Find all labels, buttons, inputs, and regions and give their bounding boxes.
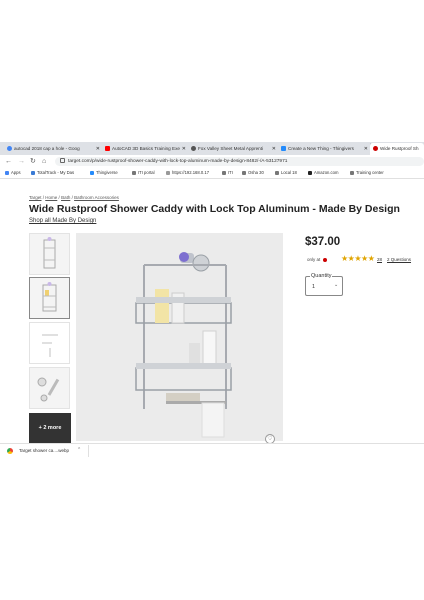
chrome-download-icon	[7, 448, 13, 454]
caddy-thumbnail-image	[43, 237, 56, 269]
youtube-icon	[105, 146, 110, 152]
bookmark-apps[interactable]: Apps	[5, 168, 21, 178]
more-images-button[interactable]: + 2 more	[29, 413, 71, 443]
bookmark-label: Apps	[11, 170, 21, 175]
tab-label: Fox Valley Sheet Metal Apprenti	[198, 146, 264, 151]
bookmark-icon	[222, 170, 226, 175]
bookmark-label: Local 18	[281, 170, 297, 175]
shop-brand-link[interactable]: Shop all Made By Design	[29, 218, 96, 224]
thumbnail-1[interactable]	[29, 233, 70, 275]
breadcrumb-item[interactable]: Target	[29, 195, 42, 200]
amazon-icon	[308, 170, 312, 175]
bookmark-label: https://192.168.0.17	[172, 170, 210, 175]
rating-stars[interactable]: ★★★★★	[341, 254, 375, 263]
bookmark-label: ITI portal	[138, 170, 155, 175]
bookmark-icon	[31, 170, 35, 175]
tab-3[interactable]: Create a New Thing - Thingivers ✕	[278, 143, 371, 155]
close-icon[interactable]: ✕	[182, 143, 186, 155]
back-icon[interactable]: ←	[5, 156, 12, 167]
bookmarks-bar: Apps TotalTrack - My Das Thingiverse ITI…	[0, 168, 424, 179]
caddy-thumbnail-image	[42, 282, 57, 312]
download-filename[interactable]: Target shower ca....webp	[19, 448, 69, 453]
divider	[88, 445, 89, 457]
close-icon[interactable]: ✕	[272, 143, 276, 155]
breadcrumb-item[interactable]: Home	[45, 195, 57, 200]
quantity-label: Quantity	[310, 273, 333, 279]
bookmark-icon	[132, 170, 136, 175]
bookmark-label: Training center	[356, 170, 384, 175]
breadcrumb: Target / Home / Bath / Bathroom Accessor…	[29, 195, 119, 200]
bookmark-training[interactable]: Training center	[350, 168, 384, 178]
navigation-bar: ← → ↻ ⌂ target.com/p/wide-rustproof-show…	[0, 155, 424, 168]
thumbnail-2-selected[interactable]	[29, 277, 70, 319]
target-bullseye-icon	[322, 257, 327, 262]
shower-caddy-image	[76, 233, 283, 441]
only-at-target-badge: only at	[307, 257, 327, 262]
bookmark-iti[interactable]: ITI	[222, 168, 233, 178]
dimensions-thumbnail-image	[42, 334, 58, 357]
questions-link[interactable]: 2 Questions	[387, 257, 411, 262]
bookmark-osha[interactable]: Osha 30	[242, 168, 264, 178]
url-text: target.com/p/wide-rustproof-shower-caddy…	[68, 159, 288, 164]
tab-label: Wide Rustproof Sh	[380, 146, 419, 151]
bookmark-icon	[275, 170, 279, 175]
bookmark-amazon[interactable]: Amazon.com	[308, 168, 338, 178]
bookmark-label: TotalTrack - My Das	[37, 170, 75, 175]
product-main-image	[76, 233, 283, 441]
bookmark-iti-portal[interactable]: ITI portal	[132, 168, 155, 178]
bookmark-local18[interactable]: Local 18	[275, 168, 297, 178]
tab-2[interactable]: Fox Valley Sheet Metal Apprenti ✕	[188, 143, 279, 155]
bookmark-label: Amazon.com	[314, 170, 339, 175]
chevron-up-icon[interactable]: ⌃	[77, 447, 81, 453]
address-bar[interactable]: target.com/p/wide-rustproof-shower-caddy…	[55, 157, 424, 166]
target-icon	[373, 146, 378, 152]
bookmark-label: ITI	[228, 170, 233, 175]
bookmark-thingiverse[interactable]: Thingiverse	[90, 168, 118, 178]
thumbnail-3[interactable]	[29, 322, 70, 364]
tab-0[interactable]: autocad 2018 cap a hole - Goog ✕	[4, 143, 103, 155]
google-icon	[7, 146, 12, 152]
tab-strip: autocad 2018 cap a hole - Goog ✕ AutoCAD …	[0, 142, 424, 155]
product-title: Wide Rustproof Shower Caddy with Lock To…	[29, 203, 400, 215]
bookmark-icon	[350, 170, 354, 175]
bookmark-label: Osha 30	[248, 170, 264, 175]
forward-icon[interactable]: →	[18, 156, 25, 167]
breadcrumb-item[interactable]: Bath	[61, 195, 70, 200]
close-icon[interactable]: ✕	[364, 143, 368, 155]
bookmark-totaltrack[interactable]: TotalTrack - My Das	[31, 168, 74, 178]
hardware-thumbnail-image	[37, 377, 60, 402]
reload-icon[interactable]: ↻	[30, 156, 36, 167]
bookmark-icon	[166, 170, 170, 175]
tab-label: autocad 2018 cap a hole - Goog	[14, 146, 80, 151]
tab-label: Create a New Thing - Thingivers	[288, 146, 354, 151]
product-price: $37.00	[305, 236, 341, 248]
thumbnail-4[interactable]	[29, 367, 70, 409]
home-icon[interactable]: ⌂	[42, 156, 46, 167]
lock-icon	[60, 158, 65, 164]
bookmark-ip[interactable]: https://192.168.0.17	[166, 168, 209, 178]
rating-count-link[interactable]: 28	[377, 257, 382, 262]
tab-1[interactable]: AutoCAD 3D Basics Training Exe ✕	[102, 143, 189, 155]
tab-label: AutoCAD 3D Basics Training Exe	[112, 146, 180, 151]
only-at-text: only at	[307, 257, 321, 262]
bookmark-icon	[90, 170, 94, 175]
quantity-value: 1	[312, 284, 316, 290]
close-icon[interactable]: ✕	[96, 143, 100, 155]
apps-grid-icon	[5, 170, 9, 175]
bookmark-label: Thingiverse	[96, 170, 118, 175]
bookmark-icon	[242, 170, 246, 175]
thingiverse-icon	[281, 146, 286, 152]
breadcrumb-item[interactable]: Bathroom Accessories	[74, 195, 119, 200]
chevron-down-icon: ⌄	[334, 282, 339, 288]
site-icon	[191, 146, 196, 152]
tab-4-active[interactable]: Wide Rustproof Sh	[370, 143, 424, 155]
